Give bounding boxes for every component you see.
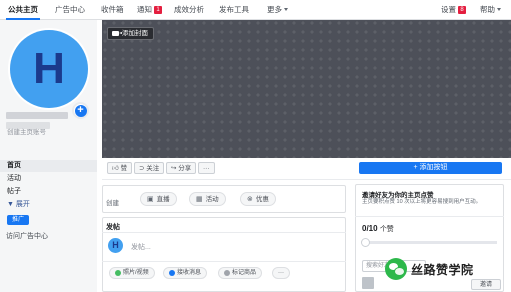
add-button[interactable]: + 添加按钮 bbox=[359, 162, 502, 174]
nav-tab-inbox-label: 收件箱 bbox=[101, 5, 124, 14]
add-cover-button[interactable]: 添加封面 bbox=[107, 27, 154, 40]
cover-photo-area bbox=[102, 20, 511, 158]
profile-letter: H bbox=[33, 44, 65, 93]
nav-tab-page-label: 公共主页 bbox=[8, 5, 38, 14]
divider bbox=[102, 232, 346, 233]
sidebar-item-home[interactable]: 首页 bbox=[0, 160, 97, 172]
get-messages-button[interactable]: 接收消息 bbox=[163, 267, 208, 279]
likes-progress-bar bbox=[363, 241, 497, 244]
like-label: 赞 bbox=[120, 165, 128, 172]
more-options-button[interactable]: ··· bbox=[198, 162, 215, 174]
profile-picture-frame[interactable]: H bbox=[8, 28, 90, 110]
chevron-down-icon bbox=[497, 8, 501, 11]
go-live-button[interactable]: ▣ 直播 bbox=[140, 192, 177, 206]
likes-count-unit: 个赞 bbox=[379, 226, 394, 233]
nav-tab-publishing-tools-label: 发布工具 bbox=[219, 5, 249, 14]
redacted-page-name bbox=[6, 112, 68, 119]
nav-tab-inbox[interactable]: 收件箱 bbox=[101, 0, 124, 20]
divider bbox=[355, 216, 504, 217]
nav-tab-page[interactable]: 公共主页 bbox=[6, 0, 40, 20]
calendar-icon: ▦ bbox=[196, 195, 203, 203]
rss-icon: ⊃ bbox=[139, 165, 145, 172]
invite-button[interactable]: 邀请 bbox=[471, 279, 501, 290]
get-messages-label: 接收消息 bbox=[177, 269, 202, 276]
settings-label: 设置 bbox=[441, 5, 456, 14]
top-navigation-bar: 公共主页 广告中心 收件箱 通知 1 成效分析 发布工具 更多 设置 8 帮助 bbox=[0, 0, 511, 20]
follow-button[interactable]: ⊃ 关注 bbox=[134, 162, 165, 174]
sidebar-item-events[interactable]: 活动 bbox=[0, 173, 97, 185]
post-composer-card bbox=[102, 217, 346, 292]
divider bbox=[102, 261, 346, 262]
likes-count-value: 0/10 bbox=[362, 224, 378, 233]
share-arrow-icon: ↪ bbox=[171, 165, 177, 172]
friend-avatar bbox=[362, 277, 374, 289]
photo-icon bbox=[115, 270, 121, 276]
create-event-label: 活动 bbox=[205, 195, 219, 203]
go-live-label: 直播 bbox=[156, 195, 170, 203]
nav-tab-notifications[interactable]: 通知 1 bbox=[137, 0, 162, 20]
share-button[interactable]: ↪ 分享 bbox=[166, 162, 197, 174]
tag-icon bbox=[224, 270, 230, 276]
progress-start-marker bbox=[361, 238, 370, 247]
video-camera-icon: ▣ bbox=[147, 195, 154, 203]
tag-products-button[interactable]: 标记商品 bbox=[218, 267, 263, 279]
chevron-down-icon bbox=[284, 8, 288, 11]
create-offer-button[interactable]: ⊗ 优惠 bbox=[240, 192, 276, 206]
nav-tab-insights-label: 成效分析 bbox=[174, 5, 204, 14]
settings-badge: 8 bbox=[458, 6, 466, 14]
visit-ad-center-link[interactable]: 访问广告中心 bbox=[6, 231, 48, 241]
tag-products-label: 标记商品 bbox=[232, 269, 257, 276]
add-cover-label: 添加封面 bbox=[122, 30, 148, 37]
thumbs-up-icon: 👍︎ bbox=[112, 165, 119, 172]
help-link[interactable]: 帮助 bbox=[480, 0, 501, 20]
like-button[interactable]: 👍︎ 赞 bbox=[107, 162, 133, 174]
watermark: 丝路赞学院 bbox=[385, 258, 474, 280]
profile-picture: H bbox=[10, 30, 88, 108]
create-username-link[interactable]: 创建主页账号 bbox=[7, 126, 46, 136]
watermark-text: 丝路赞学院 bbox=[411, 262, 474, 277]
plus-icon: + bbox=[74, 104, 87, 117]
create-event-button[interactable]: ▦ 活动 bbox=[189, 192, 226, 206]
share-label: 分享 bbox=[178, 165, 192, 172]
wechat-logo-icon bbox=[385, 258, 407, 280]
help-label: 帮助 bbox=[480, 5, 495, 14]
tag-icon: ⊗ bbox=[247, 195, 253, 203]
notification-badge: 1 bbox=[154, 6, 162, 14]
nav-tab-ad-center-label: 广告中心 bbox=[55, 5, 85, 14]
add-profile-photo-button[interactable]: + bbox=[72, 102, 89, 119]
nav-tab-publishing-tools[interactable]: 发布工具 bbox=[219, 0, 249, 20]
avatar: H bbox=[108, 238, 123, 253]
photo-video-button[interactable]: 照片/视频 bbox=[109, 267, 155, 279]
nav-tab-insights[interactable]: 成效分析 bbox=[174, 0, 204, 20]
likes-progress-count: 0/10 个赞 bbox=[362, 224, 394, 234]
invite-card-title: 邀请好友为你的主页点赞 bbox=[362, 192, 434, 199]
post-composer-title: 发帖 bbox=[106, 224, 120, 231]
settings-link[interactable]: 设置 8 bbox=[441, 0, 466, 20]
nav-tab-ad-center[interactable]: 广告中心 bbox=[55, 0, 85, 20]
sidebar-expand-toggle[interactable]: ▼ 展开 bbox=[0, 199, 97, 211]
messenger-icon bbox=[169, 270, 175, 276]
post-input[interactable]: 发帖... bbox=[131, 242, 151, 252]
create-offer-label: 优惠 bbox=[255, 195, 269, 203]
follow-label: 关注 bbox=[146, 165, 160, 172]
camera-icon bbox=[112, 31, 122, 36]
nav-tab-notifications-label: 通知 bbox=[137, 5, 152, 14]
promote-button[interactable]: 推广 bbox=[7, 215, 29, 225]
nav-tab-more[interactable]: 更多 bbox=[267, 0, 288, 20]
nav-tab-more-label: 更多 bbox=[267, 5, 282, 14]
create-label: 创建 bbox=[106, 200, 119, 207]
more-post-options-button[interactable]: ··· bbox=[272, 267, 290, 279]
invite-card-description: 主页要积点赞 10 次以上将更容易搜到用户互动。 bbox=[362, 199, 482, 205]
photo-video-label: 照片/视频 bbox=[123, 269, 149, 276]
sidebar-item-posts[interactable]: 帖子 bbox=[0, 186, 97, 198]
